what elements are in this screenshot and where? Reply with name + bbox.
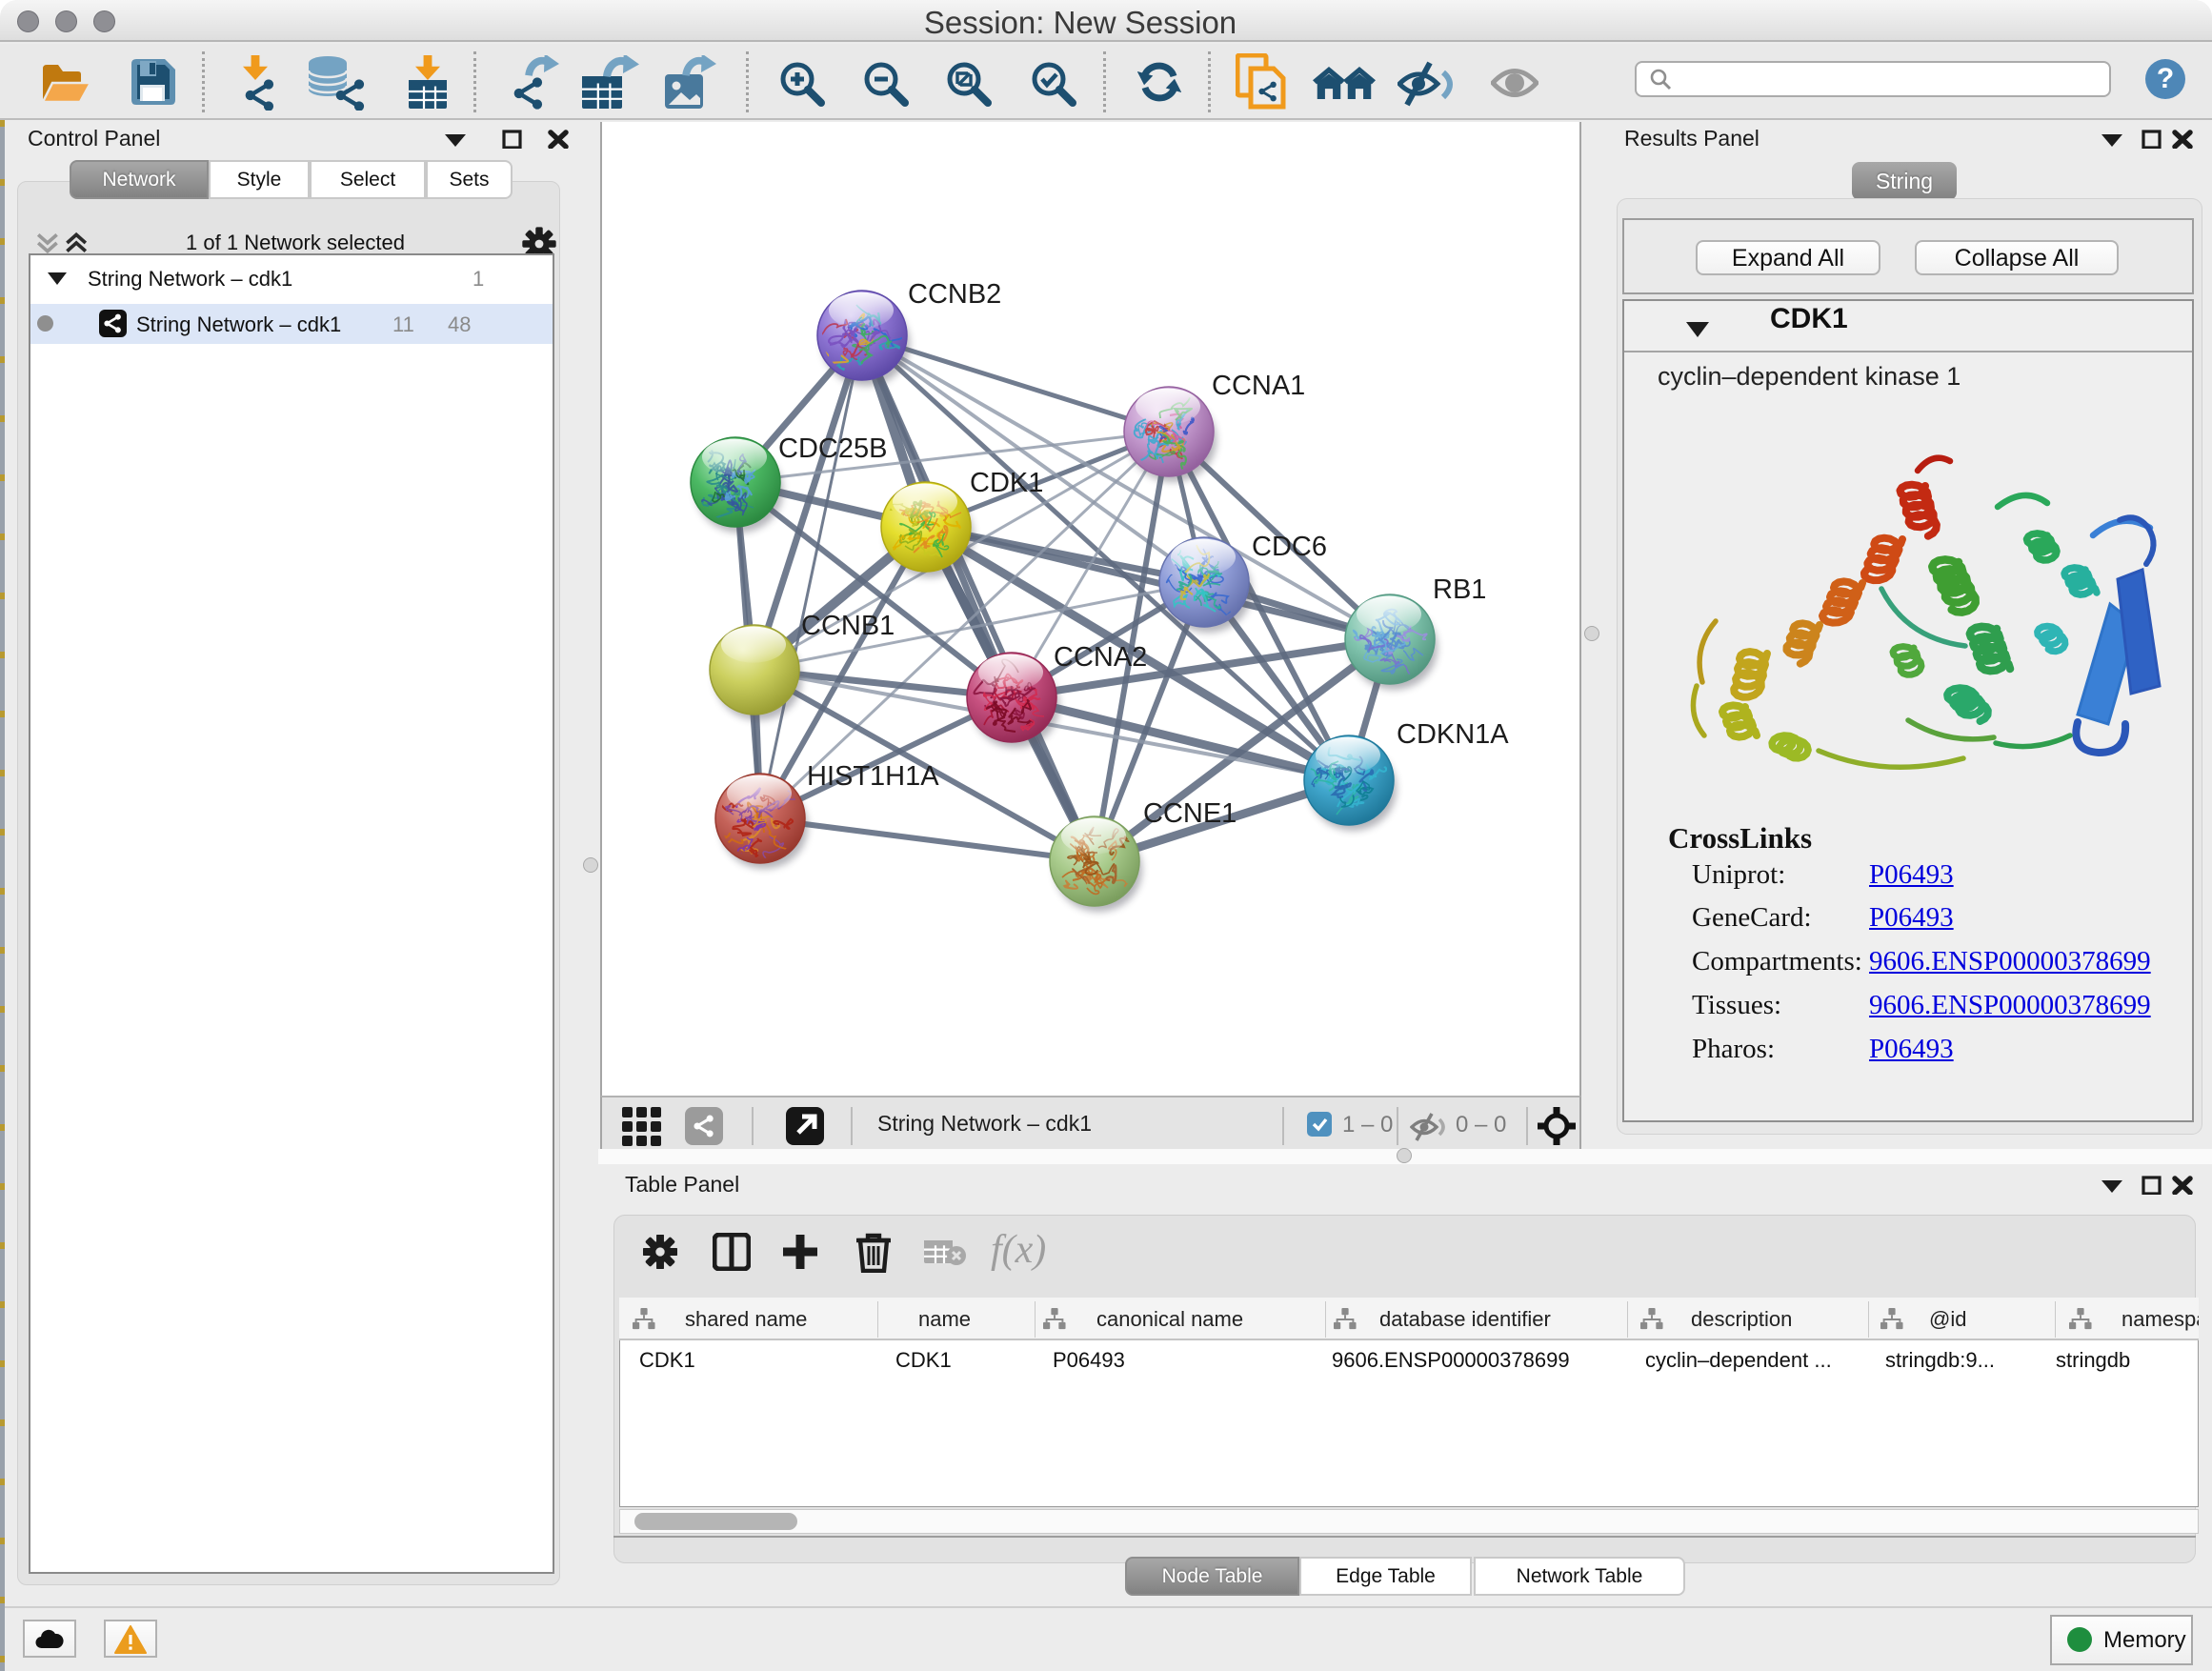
svg-text:CDKN1A: CDKN1A xyxy=(1397,719,1509,750)
svg-text:HIST1H1A: HIST1H1A xyxy=(807,761,939,792)
svg-text:CCNA2: CCNA2 xyxy=(1054,642,1147,673)
svg-text:CCNB2: CCNB2 xyxy=(908,279,1001,310)
svg-text:CDC25B: CDC25B xyxy=(778,433,887,464)
svg-text:RB1: RB1 xyxy=(1433,574,1486,605)
svg-text:CCNA1: CCNA1 xyxy=(1212,371,1305,401)
svg-text:CDK1: CDK1 xyxy=(970,468,1043,498)
svg-text:CCNB1: CCNB1 xyxy=(801,611,895,641)
svg-text:CCNE1: CCNE1 xyxy=(1143,798,1237,829)
svg-text:CDC6: CDC6 xyxy=(1252,532,1327,562)
